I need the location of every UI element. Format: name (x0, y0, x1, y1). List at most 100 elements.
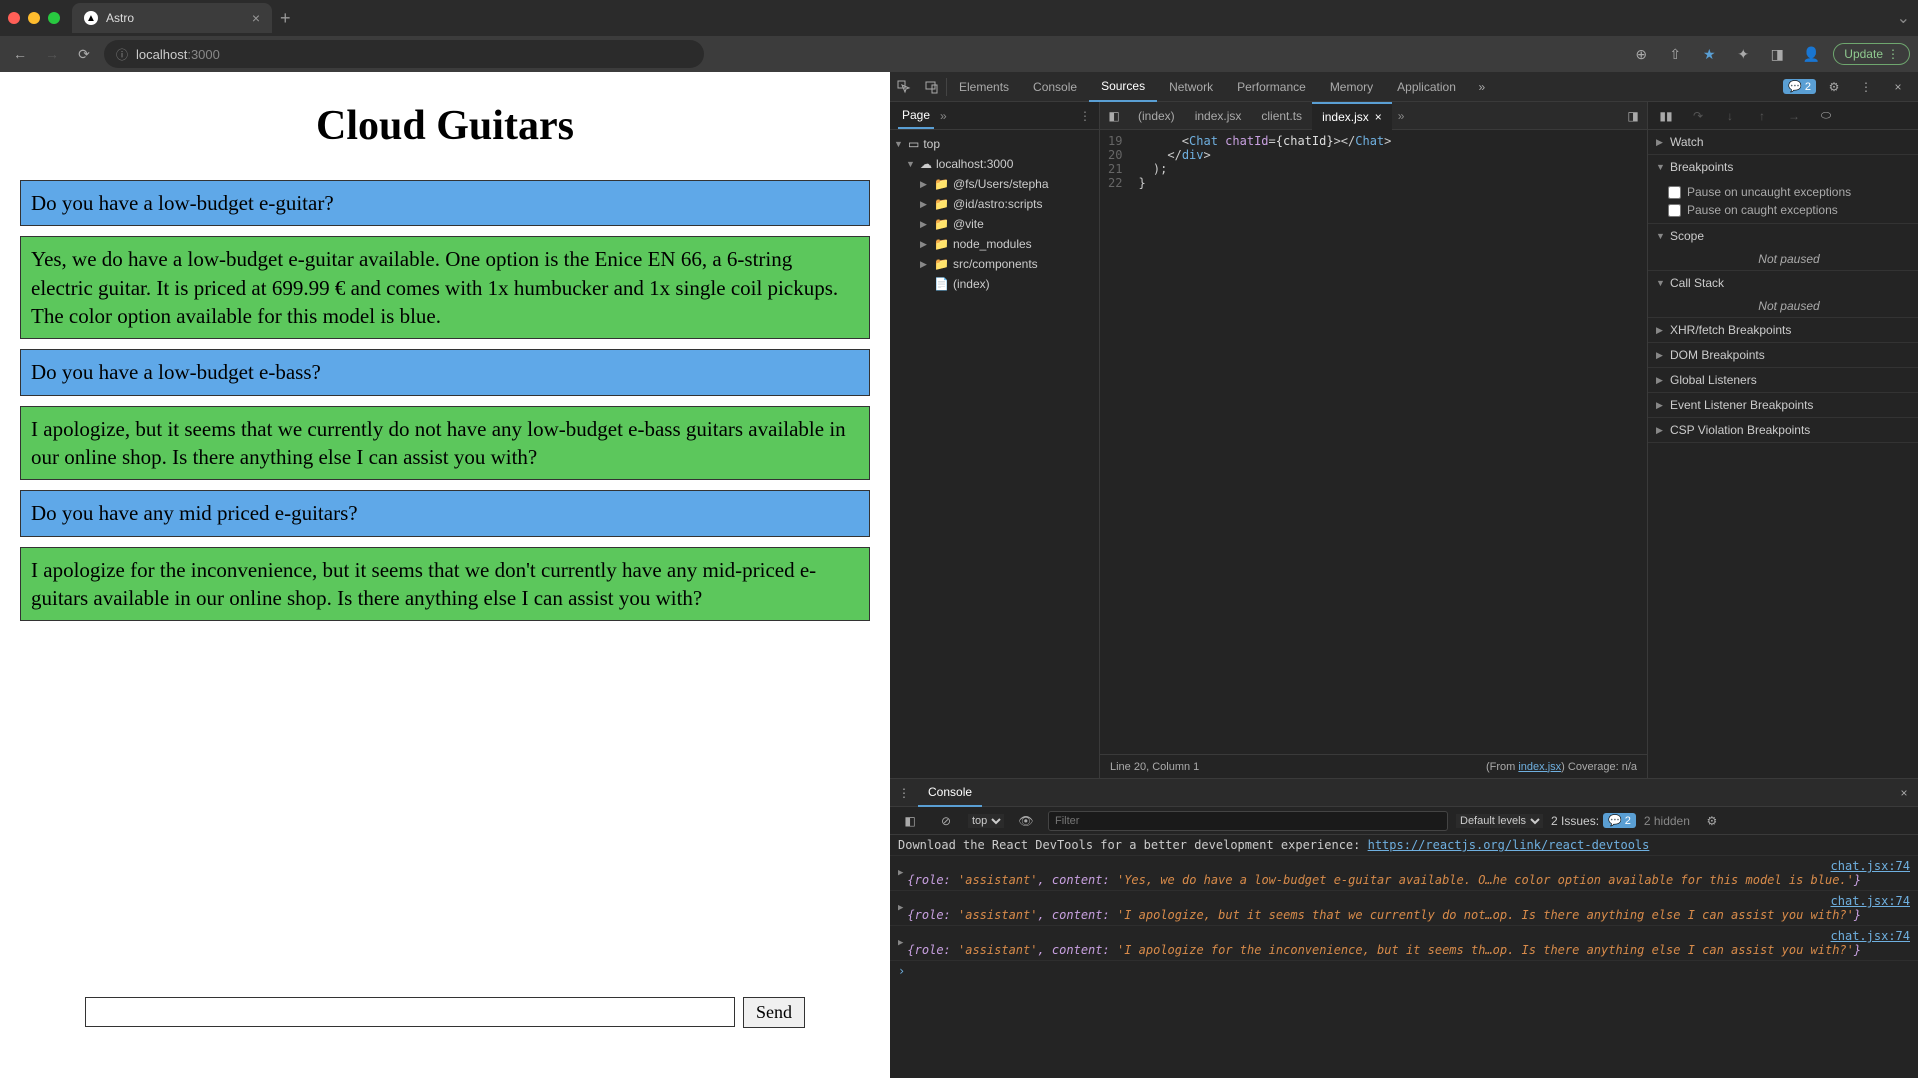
context-selector[interactable]: top (968, 814, 1004, 828)
tab-overflow-icon[interactable]: ⌄ (1897, 8, 1910, 28)
log-levels-selector[interactable]: Default levels (1456, 814, 1543, 828)
step-icon[interactable]: → (1780, 102, 1808, 130)
device-toolbar-icon[interactable] (918, 73, 946, 101)
new-tab-button[interactable]: + (280, 8, 291, 29)
back-button[interactable]: ← (8, 42, 32, 66)
tree-folder[interactable]: ▶📁@fs/Users/stepha (890, 174, 1099, 194)
console-drawer-header: ⋮ Console × (890, 779, 1918, 807)
devtools-tab-bar: Elements Console Sources Network Perform… (890, 72, 1918, 102)
url-bar[interactable]: ⓘ localhost:3000 (104, 40, 704, 68)
favicon-icon: ▲ (84, 11, 98, 25)
dom-breakpoints-section[interactable]: ▶DOM Breakpoints (1648, 343, 1918, 367)
devtools: Elements Console Sources Network Perform… (890, 72, 1918, 1078)
editor-tab[interactable]: (index) (1128, 102, 1185, 130)
toggle-sidebar-icon[interactable]: ◧ (896, 807, 924, 835)
extensions-icon[interactable]: ✦ (1731, 42, 1755, 66)
tab-sources[interactable]: Sources (1089, 72, 1157, 102)
debug-controls: ▮▮ ↷ ↓ ↑ → ⬭ (1648, 102, 1918, 130)
tree-top[interactable]: ▼▭top (890, 134, 1099, 154)
file-navigator: Page » ⋮ ▼▭top ▼☁localhost:3000 ▶📁@fs/Us… (890, 102, 1100, 778)
forward-button[interactable]: → (40, 42, 64, 66)
code-editor[interactable]: 19 20 21 22 <Chat chatId={chatId}></Chat… (1100, 130, 1647, 754)
editor-tab[interactable]: index.jsx (1185, 102, 1252, 130)
tree-folder[interactable]: ▶📁node_modules (890, 234, 1099, 254)
console-line[interactable]: ▶ chat.jsx:74 {role: 'assistant', conten… (890, 856, 1918, 891)
browser-tab[interactable]: ▲ Astro × (72, 3, 272, 33)
source-link[interactable]: chat.jsx:74 (1831, 859, 1910, 873)
toggle-sidebar-icon[interactable]: ◨ (1619, 102, 1647, 130)
console-line[interactable]: ▶ chat.jsx:74 {role: 'assistant', conten… (890, 926, 1918, 961)
more-subtabs-icon[interactable]: » (940, 109, 947, 123)
global-listeners-section[interactable]: ▶Global Listeners (1648, 368, 1918, 392)
tab-memory[interactable]: Memory (1318, 72, 1385, 102)
profile-icon[interactable]: 👤 (1799, 42, 1823, 66)
tree-folder[interactable]: ▶📁@vite (890, 214, 1099, 234)
site-info-icon[interactable]: ⓘ (116, 46, 128, 63)
send-button[interactable]: Send (743, 997, 805, 1028)
event-listener-section[interactable]: ▶Event Listener Breakpoints (1648, 393, 1918, 417)
breakpoints-section[interactable]: ▼Breakpoints (1648, 155, 1918, 179)
toggle-nav-icon[interactable]: ◧ (1100, 102, 1128, 130)
xhr-breakpoints-section[interactable]: ▶XHR/fetch Breakpoints (1648, 318, 1918, 342)
tab-application[interactable]: Application (1385, 72, 1468, 102)
more-tabs-icon[interactable]: » (1468, 73, 1496, 101)
step-out-icon[interactable]: ↑ (1748, 102, 1776, 130)
editor-tab[interactable]: client.ts (1251, 102, 1312, 130)
close-tab-icon[interactable]: × (252, 10, 260, 26)
console-drawer: ⋮ Console × ◧ ⊘ top 👁 Default levels 2 I… (890, 778, 1918, 1078)
side-panel-icon[interactable]: ◨ (1765, 42, 1789, 66)
tab-performance[interactable]: Performance (1225, 72, 1318, 102)
scope-section[interactable]: ▼Scope (1648, 224, 1918, 248)
minimize-window-button[interactable] (28, 12, 40, 24)
page-subtab[interactable]: Page (898, 103, 934, 129)
update-button[interactable]: Update ⋮ (1833, 43, 1910, 65)
tab-network[interactable]: Network (1157, 72, 1225, 102)
console-prompt[interactable]: › (890, 961, 1918, 981)
expand-icon[interactable]: ▶ (898, 868, 903, 878)
callstack-section[interactable]: ▼Call Stack (1648, 271, 1918, 295)
deactivate-breakpoints-icon[interactable]: ⬭ (1812, 102, 1840, 130)
tab-elements[interactable]: Elements (947, 72, 1021, 102)
more-icon[interactable]: ⋮ (1852, 73, 1880, 101)
close-devtools-icon[interactable]: × (1884, 73, 1912, 101)
clear-console-icon[interactable]: ⊘ (932, 807, 960, 835)
maximize-window-button[interactable] (48, 12, 60, 24)
console-line[interactable]: ▶ chat.jsx:74 {role: 'assistant', conten… (890, 891, 1918, 926)
more-editor-tabs-icon[interactable]: » (1392, 109, 1411, 123)
reload-button[interactable]: ⟳ (72, 42, 96, 66)
csp-violation-section[interactable]: ▶CSP Violation Breakpoints (1648, 418, 1918, 442)
expand-icon[interactable]: ▶ (898, 903, 903, 913)
step-into-icon[interactable]: ↓ (1716, 102, 1744, 130)
close-drawer-icon[interactable]: × (1890, 779, 1918, 807)
console-settings-icon[interactable]: ⚙ (1698, 807, 1726, 835)
pause-caught-checkbox[interactable]: Pause on caught exceptions (1668, 201, 1910, 219)
source-link[interactable]: chat.jsx:74 (1831, 929, 1910, 943)
tree-host[interactable]: ▼☁localhost:3000 (890, 154, 1099, 174)
issues-label[interactable]: 2 Issues: 💬2 (1551, 813, 1636, 828)
pause-uncaught-checkbox[interactable]: Pause on uncaught exceptions (1668, 183, 1910, 201)
source-link[interactable]: chat.jsx:74 (1831, 894, 1910, 908)
pause-icon[interactable]: ▮▮ (1652, 102, 1680, 130)
settings-icon[interactable]: ⚙ (1820, 73, 1848, 101)
tree-folder[interactable]: ▶📁@id/astro:scripts (890, 194, 1099, 214)
zoom-icon[interactable]: ⊕ (1629, 42, 1653, 66)
editor-tab-active[interactable]: index.jsx× (1312, 102, 1392, 130)
share-icon[interactable]: ⇧ (1663, 42, 1687, 66)
tab-console[interactable]: Console (1021, 72, 1089, 102)
filter-input[interactable] (1048, 811, 1448, 831)
bookmark-icon[interactable]: ★ (1697, 42, 1721, 66)
expand-icon[interactable]: ▶ (898, 938, 903, 948)
console-menu-icon[interactable]: ⋮ (890, 779, 918, 807)
file-nav-menu-icon[interactable]: ⋮ (1079, 109, 1091, 123)
watch-section[interactable]: ▶Watch (1648, 130, 1918, 154)
close-window-button[interactable] (8, 12, 20, 24)
tree-file[interactable]: 📄(index) (890, 274, 1099, 294)
close-editor-tab-icon[interactable]: × (1375, 110, 1382, 124)
console-tab[interactable]: Console (918, 779, 982, 807)
tree-folder[interactable]: ▶📁src/components (890, 254, 1099, 274)
inspect-element-icon[interactable] (890, 73, 918, 101)
errors-badge[interactable]: 💬2 (1783, 79, 1816, 94)
live-expression-icon[interactable]: 👁 (1012, 807, 1040, 835)
chat-input[interactable] (85, 997, 735, 1027)
step-over-icon[interactable]: ↷ (1684, 102, 1712, 130)
